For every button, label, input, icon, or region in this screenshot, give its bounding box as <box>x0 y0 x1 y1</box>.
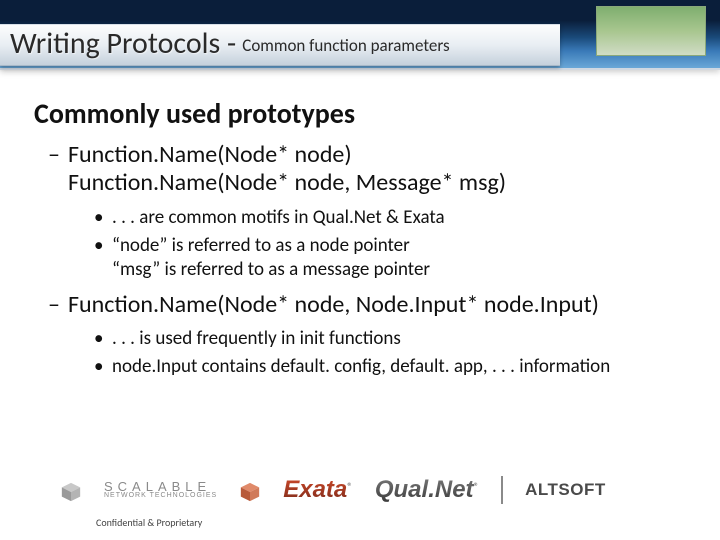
proto2-note1: •. . . is used frequently in init functi… <box>112 327 694 351</box>
proto1-line1: Function.Name(Node* node) <box>68 140 352 169</box>
proto-group-2: –Function.Name(Node* node, Node.Input* n… <box>68 291 694 319</box>
logo-exata: Exata® <box>283 476 353 504</box>
slide-footer: SCALABLE NETWORK TECHNOLOGIES Exata® Qua… <box>0 468 720 540</box>
title-bar: Writing Protocols - Common function para… <box>0 24 560 66</box>
scalable-cube-icon <box>60 481 82 503</box>
header-thumbnail <box>596 6 706 56</box>
exata-cube-icon <box>239 481 261 503</box>
proto2-line1: Function.Name(Node* node, Node.Input* no… <box>68 290 599 319</box>
logo-scalable: SCALABLE NETWORK TECHNOLOGIES <box>104 481 217 499</box>
title-sub: Common function parameters <box>242 35 449 56</box>
slide-content: Commonly used prototypes –Function.Name(… <box>0 70 720 380</box>
proto1-note2: •“node” is referred to as a node pointer… <box>112 234 694 283</box>
content-heading: Commonly used prototypes <box>34 96 694 131</box>
confidential-label: Confidential & Proprietary <box>96 516 720 529</box>
logo-row: SCALABLE NETWORK TECHNOLOGIES Exata® Qua… <box>60 468 720 512</box>
logo-altsoft: ALTSOFT <box>525 480 606 500</box>
title-main: Writing Protocols - <box>10 25 236 62</box>
proto1-note1: •. . . are common motifs in Qual.Net & E… <box>112 206 694 230</box>
logo-divider <box>501 476 503 504</box>
proto1-line2: Function.Name(Node* node, Message* msg) <box>68 168 506 197</box>
proto-group-1: –Function.Name(Node* node) Function.Name… <box>68 141 694 198</box>
logo-qualnet: Qual.Net® <box>375 476 479 504</box>
slide-header: Writing Protocols - Common function para… <box>0 0 720 70</box>
proto2-note2: •node.Input contains default. config, de… <box>112 355 694 379</box>
